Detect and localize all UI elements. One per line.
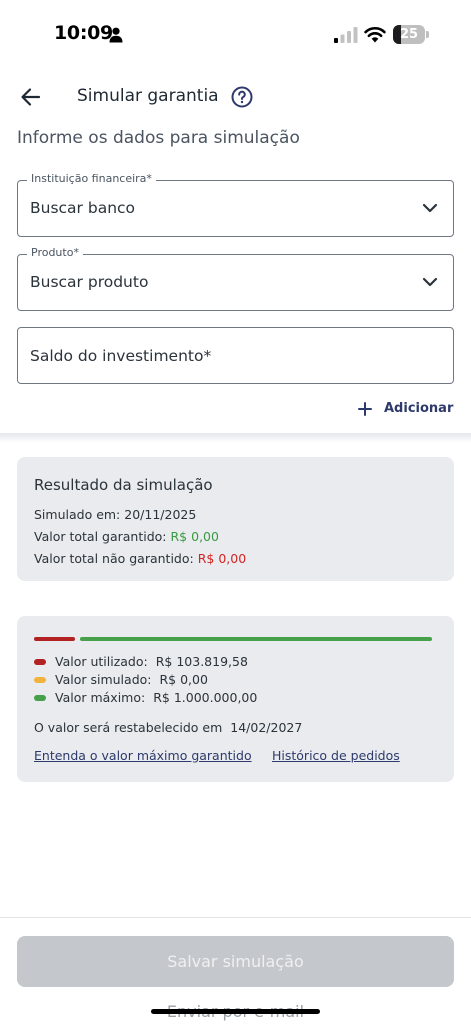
person-icon (109, 27, 123, 43)
guaranteed-total-row: Valor total garantido: R$ 0,00 (34, 529, 219, 544)
chevron-down-icon (422, 277, 438, 287)
investment-balance-placeholder: Saldo do investimento* (30, 347, 212, 365)
footer-divider (0, 917, 471, 918)
home-indicator (151, 1009, 320, 1014)
used-limit-bar (34, 637, 76, 641)
restore-date-label: O valor será restabelecido em (34, 720, 223, 735)
back-arrow-icon[interactable] (18, 84, 44, 110)
not-guaranteed-total-row: Valor total não garantido: R$ 0,00 (34, 551, 246, 566)
product-select[interactable]: Produto* Buscar produto (17, 246, 454, 311)
guarantee-limit-card: Valor utilizado: R$ 103.819,58 Valor simu… (17, 616, 454, 782)
restore-date-value: 14/02/2027 (230, 720, 303, 735)
legend-maximum-value: R$ 1.000.000,00 (153, 690, 258, 705)
used-legend-dot (34, 658, 46, 665)
battery-icon: 25 (393, 25, 429, 44)
maximum-legend-dot (34, 694, 46, 701)
not-guaranteed-total-value: R$ 0,00 (197, 551, 247, 566)
institution-value: Buscar banco (30, 199, 136, 217)
add-label: Adicionar (384, 401, 454, 416)
not-guaranteed-total-label: Valor total não garantido: (34, 551, 194, 566)
legend-used-value: R$ 103.819,58 (155, 654, 248, 669)
simulation-result-card: Resultado da simulação Simulado em: 20/1… (17, 457, 454, 581)
order-history-link[interactable]: Histórico de pedidos (272, 748, 400, 763)
simulated-legend-dot (34, 676, 46, 683)
result-title: Resultado da simulação (34, 476, 213, 494)
simulated-date-label: Simulado em: (34, 507, 121, 522)
legend-used: Valor utilizado: R$ 103.819,58 (34, 654, 248, 670)
legend-maximum-label: Valor máximo: (55, 690, 146, 705)
product-label: Produto* (27, 246, 83, 259)
product-value: Buscar produto (30, 273, 149, 291)
section-shadow (0, 433, 471, 443)
cellular-signal-icon (334, 27, 358, 43)
investment-balance-input[interactable]: Saldo do investimento* (17, 327, 454, 384)
simulated-date-value: 20/11/2025 (124, 507, 197, 522)
legend-maximum: Valor máximo: R$ 1.000.000,00 (34, 690, 257, 706)
restore-date-row: O valor será restabelecido em 14/02/2027 (34, 720, 302, 735)
wifi-icon (364, 27, 386, 43)
available-limit-bar (80, 637, 432, 641)
institution-label: Instituição financeira* (27, 172, 156, 185)
battery-level-text: 25 (399, 27, 419, 42)
chevron-down-icon (422, 203, 438, 213)
guaranteed-total-value: R$ 0,00 (170, 529, 219, 544)
save-simulation-button[interactable]: Salvar simulação (17, 936, 454, 987)
legend-simulated-value: R$ 0,00 (159, 672, 208, 687)
help-icon[interactable] (231, 86, 253, 108)
plus-icon (358, 402, 372, 416)
status-bar: 10:09 25 (0, 0, 471, 70)
simulated-date-row: Simulado em: 20/11/2025 (34, 507, 196, 522)
page-title: Simular garantia (77, 86, 219, 106)
form-subtitle: Informe os dados para simulação (17, 128, 300, 148)
legend-used-label: Valor utilizado: (55, 654, 148, 669)
status-time: 10:09 (54, 22, 113, 44)
guaranteed-total-label: Valor total garantido: (34, 529, 167, 544)
legend-simulated-label: Valor simulado: (55, 672, 152, 687)
legend-simulated: Valor simulado: R$ 0,00 (34, 672, 208, 688)
max-guarantee-info-link[interactable]: Entenda o valor máximo garantido (34, 748, 252, 763)
battery-body: 25 (393, 25, 425, 44)
institution-select[interactable]: Instituição financeira* Buscar banco (17, 172, 454, 237)
battery-tip (426, 31, 429, 38)
